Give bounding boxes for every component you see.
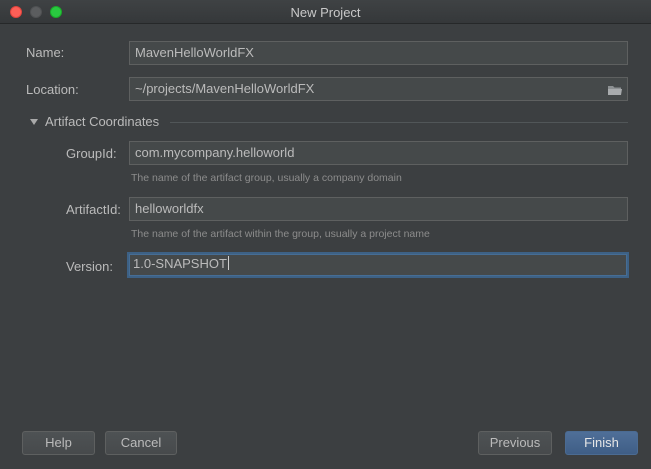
artifact-coordinates-toggle[interactable]: Artifact Coordinates xyxy=(30,114,159,130)
artifactid-hint: The name of the artifact within the grou… xyxy=(131,228,430,240)
previous-button[interactable]: Previous xyxy=(478,431,552,455)
location-input[interactable]: ~/projects/MavenHelloWorldFX xyxy=(129,77,628,101)
artifactid-label: ArtifactId: xyxy=(66,202,121,217)
cancel-button[interactable]: Cancel xyxy=(105,431,177,455)
text-caret xyxy=(227,256,229,270)
version-input-value: 1.0-SNAPSHOT xyxy=(133,256,227,271)
groupid-hint: The name of the artifact group, usually … xyxy=(131,172,402,184)
artifactid-input[interactable]: helloworldfx xyxy=(129,197,628,221)
artifactid-input-value: helloworldfx xyxy=(135,201,204,216)
name-input-value: MavenHelloWorldFX xyxy=(135,45,254,60)
help-button[interactable]: Help xyxy=(22,431,95,455)
title-bar: New Project xyxy=(0,0,651,24)
name-label: Name: xyxy=(26,45,65,60)
section-title: Artifact Coordinates xyxy=(45,114,160,129)
groupid-input-value: com.mycompany.helloworld xyxy=(135,145,295,160)
name-input[interactable]: MavenHelloWorldFX xyxy=(129,41,628,65)
groupid-input[interactable]: com.mycompany.helloworld xyxy=(129,141,628,165)
location-input-value: ~/projects/MavenHelloWorldFX xyxy=(135,81,315,96)
finish-button[interactable]: Finish xyxy=(565,431,638,455)
new-project-dialog: New Project Name: MavenHelloWorldFX Loca… xyxy=(0,0,651,469)
version-input[interactable]: 1.0-SNAPSHOT xyxy=(127,252,629,278)
window-title: New Project xyxy=(290,5,361,20)
groupid-label: GroupId: xyxy=(66,146,117,161)
folder-icon[interactable] xyxy=(607,82,623,96)
triangle-down-icon xyxy=(30,119,38,125)
section-separator xyxy=(170,122,628,123)
version-label: Version: xyxy=(66,259,113,274)
location-label: Location: xyxy=(26,82,79,97)
